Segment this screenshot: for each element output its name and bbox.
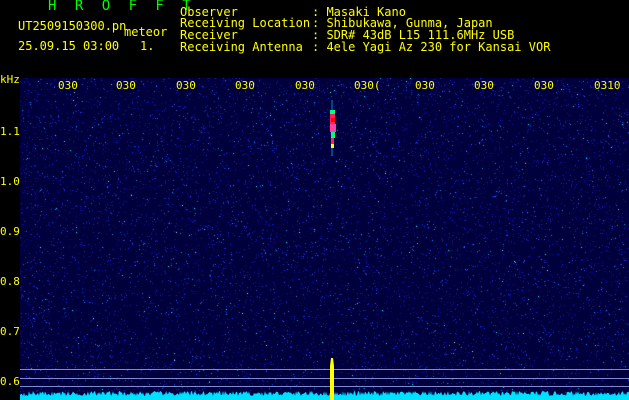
x-tick-label: 030 (474, 79, 494, 92)
antenna-value: : 4ele Yagi Az 230 for Kansai VOR (312, 40, 551, 54)
antenna-label: Receiving Antenna (180, 40, 303, 54)
reference-line (20, 386, 629, 387)
y-tick-label: 0.6 (0, 375, 20, 388)
y-tick-label: 1.1 (0, 125, 20, 138)
category-label: meteor (124, 25, 168, 39)
baseline-spectrum (20, 391, 629, 400)
carrier-signal-spike (330, 358, 334, 400)
filename-label: UT2509150300.pn (18, 19, 127, 33)
datetime-label: 25.09.15 03:00 (18, 39, 120, 53)
x-tick-label: 030 (415, 79, 435, 92)
x-tick-label: 030( (354, 79, 381, 92)
index-label: 1. (140, 39, 155, 53)
x-tick-label: 030 (176, 79, 196, 92)
y-tick-label: 0.9 (0, 225, 20, 238)
x-tick-label: 030 (534, 79, 554, 92)
x-tick-label: 030 (116, 79, 136, 92)
baseline-spectrum-fill (20, 391, 629, 400)
x-tick-label: 030 (235, 79, 255, 92)
x-tick-label: 030 (295, 79, 315, 92)
x-tick-label: 030 (58, 79, 78, 92)
app-title: H R O F F T (48, 0, 196, 14)
reference-line (20, 378, 629, 379)
y-tick-label: 0.8 (0, 275, 20, 288)
x-tick-label: 0310 (594, 79, 621, 92)
meteor-echo-trace (330, 100, 336, 156)
y-axis-unit: kHz (0, 73, 20, 86)
reference-line (20, 369, 629, 370)
y-tick-label: 0.7 (0, 325, 20, 338)
y-tick-label: 1.0 (0, 175, 20, 188)
